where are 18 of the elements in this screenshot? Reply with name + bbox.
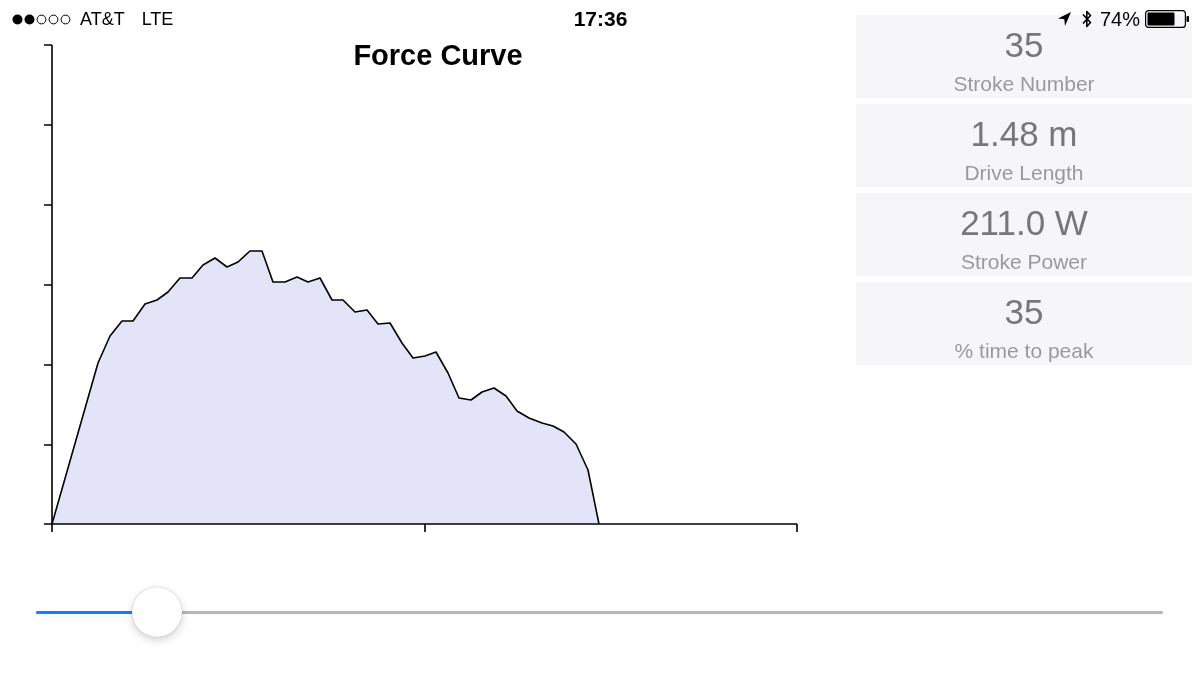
- stat-label: Stroke Power: [960, 249, 1088, 275]
- stat-label: Stroke Number: [953, 71, 1095, 97]
- signal-strength-icon: [12, 13, 72, 25]
- clock-time: 17:36: [573, 7, 628, 30]
- stat-value: 35: [1004, 24, 1044, 66]
- chart-title: Force Curve: [353, 39, 523, 71]
- battery-percentage: 74%: [1099, 7, 1140, 31]
- bluetooth-icon: [1081, 10, 1092, 28]
- stat-value: 1.48 m: [970, 113, 1078, 155]
- stat-label: Drive Length: [964, 160, 1084, 186]
- stat-value: 35: [1004, 291, 1044, 333]
- network-type: LTE: [141, 8, 174, 30]
- battery-icon: [1145, 10, 1189, 28]
- carrier-name: AT&T: [80, 8, 125, 30]
- stat-label: % time to peak: [954, 338, 1094, 364]
- slider-thumb[interactable]: [131, 587, 182, 637]
- stat-value: 211.0 W: [960, 202, 1088, 244]
- location-arrow-icon: [1057, 12, 1071, 26]
